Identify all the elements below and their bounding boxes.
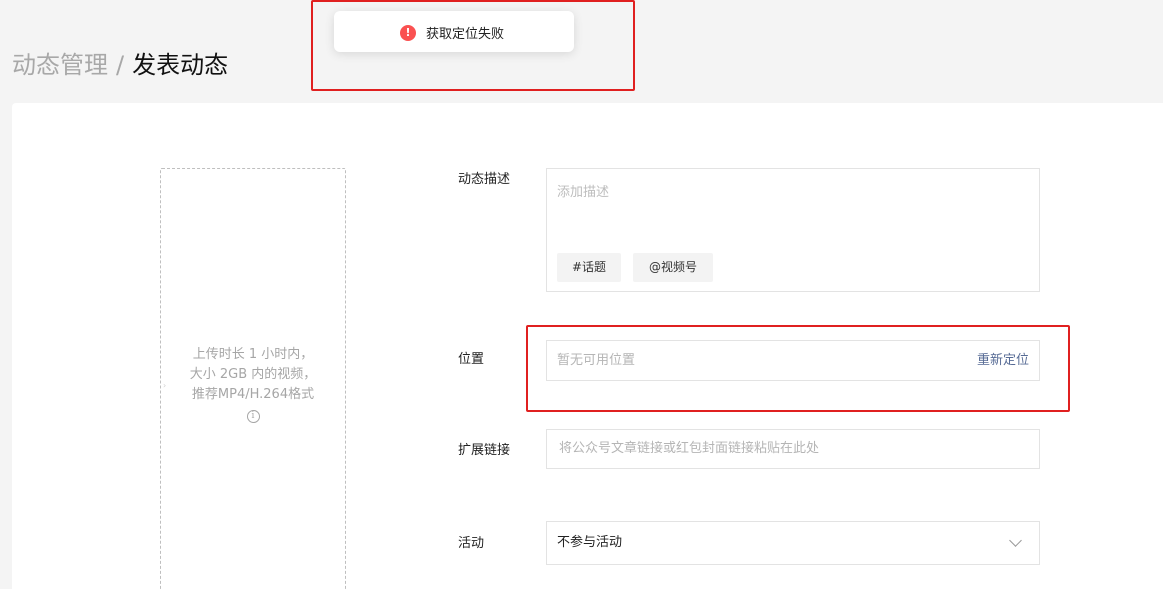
extended-link-label: 扩展链接: [458, 443, 511, 458]
breadcrumb-separator: /: [116, 51, 125, 79]
upload-hint-line: 推荐MP4/H.264格式: [191, 387, 315, 402]
publish-moment-page: 动态管理 / 发表动态 › 上传时长 1 小时内， 大小 2GB 内的视频， 推荐M…: [0, 0, 1163, 589]
mention-button[interactable]: @视频号: [633, 253, 713, 282]
upload-hint: 上传时长 1 小时内， 大小 2GB 内的视频， 推荐MP4/H.264格式 i: [161, 345, 345, 425]
activity-label: 活动: [458, 536, 485, 551]
location-placeholder: 暂无可用位置: [557, 353, 636, 368]
breadcrumb: 动态管理 / 发表动态: [12, 48, 228, 82]
topic-button[interactable]: #话题: [557, 253, 621, 282]
error-toast: ! 获取定位失败: [334, 11, 574, 52]
description-label: 动态描述: [458, 172, 511, 187]
activity-select[interactable]: 不参与活动: [546, 521, 1040, 565]
video-upload-area[interactable]: › 上传时长 1 小时内， 大小 2GB 内的视频， 推荐MP4/H.264格式…: [160, 168, 346, 589]
info-icon[interactable]: i: [246, 410, 260, 423]
extended-link-placeholder: 将公众号文章链接或红包封面链接粘贴在此处: [559, 441, 820, 456]
breadcrumb-parent[interactable]: 动态管理: [12, 51, 108, 79]
description-placeholder: 添加描述: [557, 185, 610, 200]
location-field[interactable]: 暂无可用位置 重新定位: [546, 340, 1040, 381]
activity-value: 不参与活动: [557, 535, 623, 550]
breadcrumb-current: 发表动态: [132, 51, 229, 79]
toast-message: 获取定位失败: [426, 27, 505, 42]
upload-hint-line: 大小 2GB 内的视频，: [189, 367, 317, 382]
location-label: 位置: [458, 352, 485, 367]
relocate-button[interactable]: 重新定位: [977, 341, 1029, 380]
extended-link-input[interactable]: 将公众号文章链接或红包封面链接粘贴在此处: [546, 429, 1040, 469]
alert-circle-icon: !: [400, 24, 416, 41]
upload-hint-line: 上传时长 1 小时内，: [192, 347, 314, 362]
description-input[interactable]: 添加描述 #话题 @视频号: [546, 168, 1040, 292]
chevron-down-icon: [1009, 534, 1022, 547]
